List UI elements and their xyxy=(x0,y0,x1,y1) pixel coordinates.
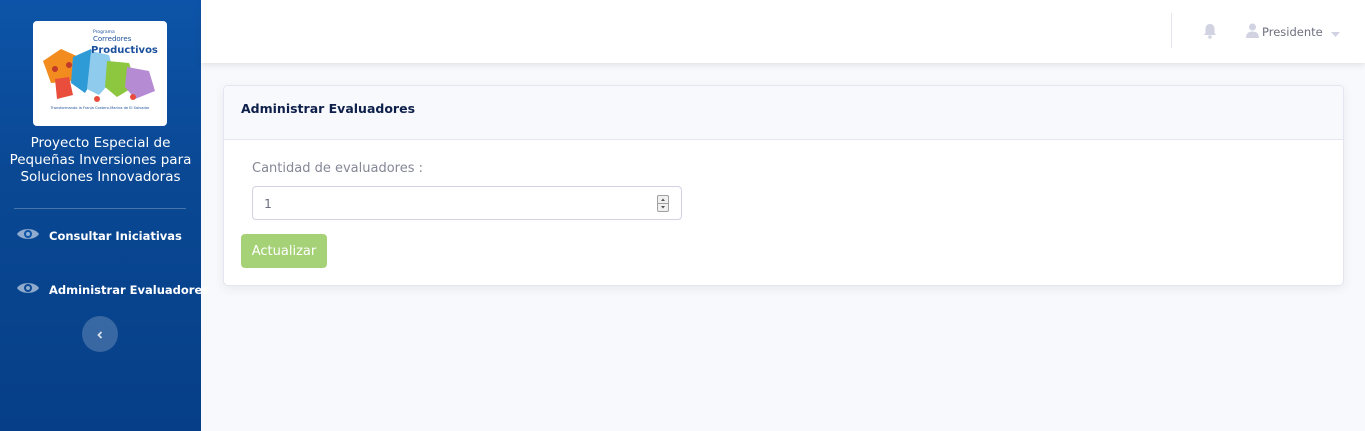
sidebar-item-consultar-iniciativas[interactable]: Consultar Iniciativas xyxy=(0,222,201,252)
chevron-left-icon xyxy=(95,325,105,344)
evaluators-card: Administrar Evaluadores Cantidad de eval… xyxy=(223,85,1344,286)
evaluators-count-input[interactable]: 1 xyxy=(252,186,682,220)
svg-text:Corredores: Corredores xyxy=(93,35,132,43)
sidebar-item-administrar-evaluadores[interactable]: Administrar Evaluadores xyxy=(0,276,209,306)
logo[interactable]: Programa Corredores Productivos Transfor… xyxy=(33,21,167,126)
sidebar-item-label: Consultar Iniciativas xyxy=(49,229,182,243)
user-menu[interactable]: Presidente xyxy=(1246,22,1340,42)
logo-graphic: Programa Corredores Productivos Transfor… xyxy=(43,29,158,110)
sidebar-toggle-button[interactable] xyxy=(82,316,118,352)
card-header: Administrar Evaluadores xyxy=(224,86,1343,140)
number-spinner[interactable] xyxy=(657,195,669,212)
project-title-line: Proyecto Especial de xyxy=(30,135,171,151)
sidebar-item-label: Administrar Evaluadores xyxy=(49,283,210,297)
topbar-divider xyxy=(1171,13,1172,48)
user-name: Presidente xyxy=(1262,25,1323,39)
project-title-line: Pequeñas Inversiones para xyxy=(9,152,192,168)
sidebar-divider xyxy=(14,208,186,209)
project-title: Proyecto Especial de Pequeñas Inversione… xyxy=(0,135,201,186)
user-icon xyxy=(1246,23,1259,42)
project-title-line: Soluciones Innovadoras xyxy=(20,169,181,185)
sidebar: Programa Corredores Productivos Transfor… xyxy=(0,0,209,431)
svg-text:Productivos: Productivos xyxy=(91,45,158,56)
evaluators-count-label: Cantidad de evaluadores : xyxy=(252,161,423,176)
card-title: Administrar Evaluadores xyxy=(241,101,416,116)
evaluators-count-value: 1 xyxy=(264,196,272,211)
caret-down-icon xyxy=(1330,23,1340,42)
eye-icon xyxy=(16,280,40,300)
eye-icon xyxy=(16,226,40,246)
bell-icon[interactable] xyxy=(1203,23,1217,43)
update-button[interactable]: Actualizar xyxy=(241,234,327,268)
svg-text:Transformando la Franja Coster: Transformando la Franja Costero-Marina d… xyxy=(50,106,150,110)
topbar: Presidente xyxy=(201,0,1365,63)
